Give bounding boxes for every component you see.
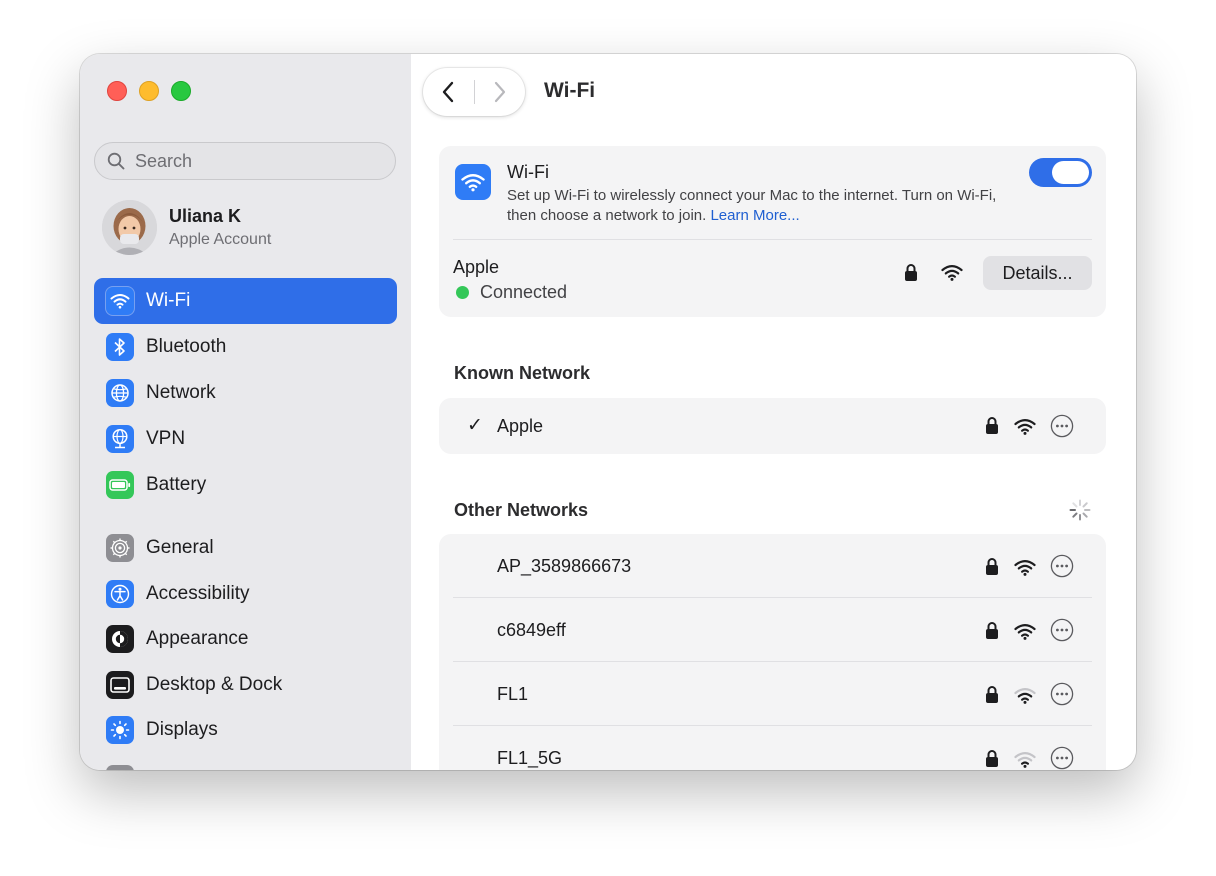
network-row[interactable]: FL1_5G [439,726,1106,770]
forward-button[interactable] [475,68,525,116]
connection-status: Connected [456,282,567,303]
sidebar-item-bluetooth[interactable]: Bluetooth [94,324,397,370]
gear-icon [106,534,134,562]
more-options-icon[interactable] [1050,682,1074,706]
wifi-description: Set up Wi-Fi to wirelessly connect your … [507,186,1027,226]
sun-icon [106,716,134,744]
network-name: c6849eff [497,620,566,640]
network-name: FL1_5G [497,748,563,768]
wifi-icon [106,287,134,315]
status-dot [456,286,469,299]
loading-spinner-icon [1069,499,1091,521]
vpn-globe-icon [106,425,134,453]
sidebar-item-general[interactable]: General [94,525,397,571]
details-button[interactable]: Details... [983,256,1092,290]
sidebar-item-desktop-dock[interactable]: Desktop & Dock [94,662,397,708]
status-text: Connected [480,282,568,302]
sidebar-item-label: Battery [146,474,207,495]
avatar [102,200,157,255]
appearance-icon [106,625,134,653]
sidebar-item-label: VPN [146,428,186,449]
known-network-card: ✓ Apple [439,398,1106,454]
sidebar-item-partial[interactable] [94,756,397,770]
more-options-icon[interactable] [1050,414,1074,438]
sidebar-item-label: Network [146,382,216,403]
close-window-button[interactable] [107,81,127,101]
bluetooth-icon [106,333,134,361]
wifi-toggle[interactable] [1029,158,1092,187]
account-name: Uliana K [169,206,242,226]
search-input[interactable] [133,149,377,173]
search-icon [107,152,125,170]
back-button[interactable] [423,68,473,116]
known-network-title: Known Network [454,363,591,383]
account-subtitle: Apple Account [169,231,272,248]
sidebar-item-battery[interactable]: Battery [94,462,397,508]
sidebar-item-vpn[interactable]: VPN [94,416,397,462]
battery-icon [106,471,134,499]
current-network-name: Apple [453,257,500,277]
wifi-signal-icon [941,265,963,281]
globe-icon [106,379,134,407]
network-name: AP_3589866673 [497,556,632,576]
sidebar-item-label: Desktop & Dock [146,674,283,695]
network-row[interactable]: c6849eff [439,598,1106,662]
sidebar-item-accessibility[interactable]: Accessibility [94,571,397,617]
wifi-card: Wi-Fi Set up Wi-Fi to wirelessly connect… [439,146,1106,317]
network-name: Apple [497,416,544,436]
page-title: Wi-Fi [544,79,596,102]
toggle-knob [1052,161,1089,184]
navigation-buttons [423,68,525,116]
chevron-right-icon [494,81,506,103]
more-options-icon[interactable] [1050,618,1074,642]
network-row[interactable]: FL1 [439,662,1106,726]
other-networks-card: AP_3589866673 c6849eff FL1 FL1_5G [439,534,1106,770]
sidebar: Uliana K Apple Account Wi-Fi Bl [80,54,412,770]
chevron-left-icon [442,81,454,103]
lock-icon [986,622,998,639]
sidebar-item-label: Accessibility [146,583,250,604]
partial-icon [106,765,134,770]
known-network-row[interactable]: ✓ Apple [439,398,1106,454]
more-options-icon[interactable] [1050,554,1074,578]
apple-account[interactable]: Uliana K Apple Account [102,200,392,256]
sidebar-item-label: Bluetooth [146,336,227,357]
sidebar-item-appearance[interactable]: Appearance [94,616,397,662]
wifi-signal-strong-icon [1014,624,1036,640]
minimize-window-button[interactable] [139,81,159,101]
dock-icon [106,671,134,699]
sidebar-item-displays[interactable]: Displays [94,707,397,753]
sidebar-item-label: Wi-Fi [146,290,191,311]
lock-icon [986,750,998,767]
learn-more-link[interactable]: Learn More... [710,207,799,224]
network-name: FL1 [497,684,529,704]
wifi-badge-icon [455,164,491,200]
main-pane: Wi-Fi Wi-Fi Set up Wi-Fi to wirelessly c… [411,54,1136,770]
accessibility-icon [106,580,134,608]
lock-icon [905,264,917,281]
lock-icon [986,417,998,434]
check-icon: ✓ [467,415,483,436]
sidebar-item-label: Displays [146,719,218,740]
wifi-signal-weak-icon [1014,752,1036,768]
zoom-window-button[interactable] [171,81,191,101]
network-row[interactable]: AP_3589866673 [439,534,1106,598]
sidebar-item-network[interactable]: Network [94,370,397,416]
search-field[interactable] [94,142,396,180]
wifi-title: Wi-Fi [507,162,549,182]
wifi-signal-strong-icon [1014,560,1036,576]
sidebar-item-label: General [146,537,214,558]
wifi-signal-medium-icon [1014,688,1036,704]
sidebar-item-wifi[interactable]: Wi-Fi [94,278,397,324]
lock-icon [986,686,998,703]
wifi-signal-icon [1014,419,1036,435]
divider [453,239,1092,240]
other-networks-title: Other Networks [454,500,589,520]
lock-icon [986,558,998,575]
sidebar-item-label: Appearance [146,628,249,649]
more-options-icon[interactable] [1050,746,1074,770]
settings-window: Uliana K Apple Account Wi-Fi Bl [80,54,1136,770]
